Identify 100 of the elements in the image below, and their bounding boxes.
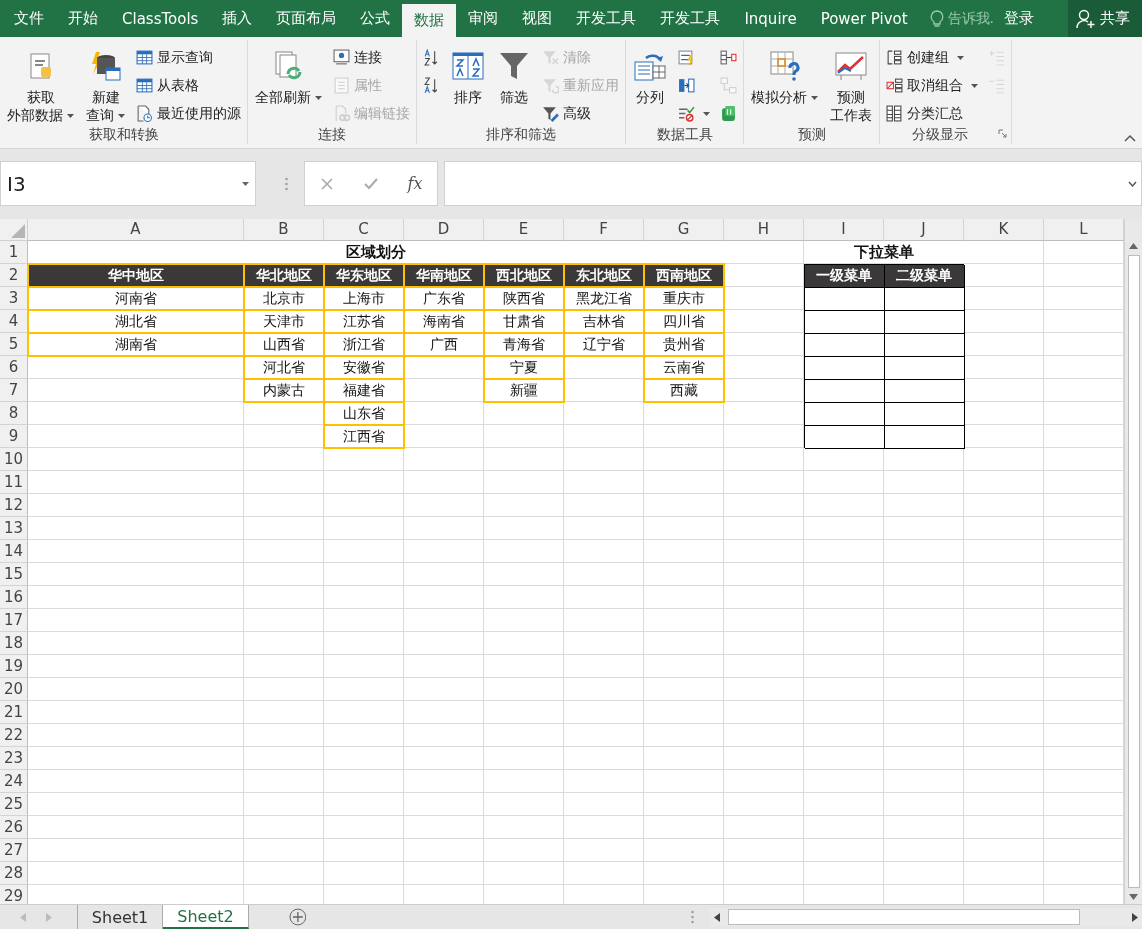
sign-in-link[interactable]: 登录 <box>994 0 1045 37</box>
row-number[interactable]: 10 <box>0 448 28 471</box>
ribbon-button[interactable]: 筛选 <box>494 44 534 108</box>
check-icon[interactable] <box>362 176 379 191</box>
ribbon-button[interactable]: 获取 外部数据 <box>4 44 77 126</box>
ribbon-tab[interactable]: 开发工具 <box>648 0 733 37</box>
column-letter[interactable]: H <box>724 219 804 241</box>
ribbon-tab[interactable]: 开始 <box>56 0 110 37</box>
scroll-down-icon[interactable] <box>1129 894 1138 900</box>
remove-duplicates-icon <box>678 77 695 94</box>
table-cell: 宁夏 <box>484 356 564 379</box>
row-number[interactable]: 4 <box>0 310 28 333</box>
drag-handle-icon[interactable] <box>691 910 695 924</box>
select-all-icon[interactable] <box>11 224 25 238</box>
row-number[interactable]: 28 <box>0 862 28 885</box>
row-number[interactable]: 20 <box>0 678 28 701</box>
ribbon-button[interactable]: 取消组合 <box>884 73 980 98</box>
add-sheet-icon[interactable] <box>288 908 307 926</box>
scroll-right-icon[interactable] <box>1132 912 1138 922</box>
ribbon-tab[interactable]: 文件 <box>2 0 56 37</box>
insert-function-button[interactable]: fx <box>407 174 423 193</box>
scroll-left-icon[interactable] <box>714 912 721 922</box>
expand-icon[interactable] <box>1128 180 1137 187</box>
row-number[interactable]: 27 <box>0 839 28 862</box>
row-number[interactable]: 18 <box>0 632 28 655</box>
share-button[interactable]: 共享 <box>1068 0 1142 37</box>
column-header: 华南地区 <box>404 264 484 287</box>
ribbon-tab[interactable]: Inquire <box>732 0 809 37</box>
person-plus-icon <box>1076 8 1096 29</box>
row-number[interactable]: 13 <box>0 517 28 540</box>
group-label: 获取和转换 <box>87 126 160 144</box>
row-number[interactable]: 6 <box>0 356 28 379</box>
row-number[interactable]: 5 <box>0 333 28 356</box>
column-header: 华东地区 <box>324 264 404 287</box>
row-number[interactable]: 25 <box>0 793 28 816</box>
row-number[interactable]: 23 <box>0 747 28 770</box>
row-number[interactable]: 15 <box>0 563 28 586</box>
ribbon-tab[interactable]: 页面布局 <box>264 0 349 37</box>
row-number[interactable]: 24 <box>0 770 28 793</box>
ribbon-tab[interactable]: 开发工具 <box>564 0 649 37</box>
column-letter[interactable]: K <box>964 219 1044 241</box>
data-model-icon <box>720 105 737 122</box>
row-number[interactable]: 29 <box>0 885 28 906</box>
ribbon-tab[interactable]: 审阅 <box>456 0 511 37</box>
ribbon-tab[interactable]: Power Pivot <box>808 0 920 37</box>
row-number[interactable]: 2 <box>0 264 28 287</box>
ribbon-button[interactable]: 模拟分析 <box>748 44 821 108</box>
list-icon <box>333 77 350 94</box>
ribbon-button[interactable]: 显示查询 <box>134 45 243 70</box>
ribbon-button[interactable]: 高级 <box>540 101 621 126</box>
row-number[interactable]: 26 <box>0 816 28 839</box>
ribbon-button[interactable]: 创建组 <box>884 45 980 70</box>
forecast-chart-icon <box>835 50 867 82</box>
row-number[interactable]: 9 <box>0 425 28 448</box>
sort-descending-icon <box>423 77 440 94</box>
ribbon-tab[interactable]: ClassTools <box>110 0 211 37</box>
row-number[interactable]: 16 <box>0 586 28 609</box>
scroll-thumb[interactable] <box>728 909 1080 925</box>
name-box[interactable]: I3 <box>0 161 256 206</box>
ribbon-button[interactable]: 排序 <box>448 44 488 108</box>
previous-sheet-icon[interactable] <box>20 912 26 922</box>
vertical-scrollbar[interactable] <box>1124 219 1142 904</box>
ribbon-button[interactable]: 新建 查询 <box>83 44 128 126</box>
filter-pencil-icon <box>542 105 559 122</box>
row-number[interactable]: 21 <box>0 701 28 724</box>
ribbon-tab[interactable]: 数据 <box>402 4 457 37</box>
row-number[interactable]: 22 <box>0 724 28 747</box>
ribbon-button[interactable]: 最近使用的源 <box>134 101 243 126</box>
ribbon-tab[interactable]: 公式 <box>348 0 403 37</box>
row-number[interactable]: 14 <box>0 540 28 563</box>
ribbon-button[interactable]: 全部刷新 <box>252 44 325 108</box>
ribbon-tab[interactable]: 插入 <box>210 0 265 37</box>
collapse-ribbon-icon[interactable] <box>1124 134 1136 142</box>
row-number[interactable]: 3 <box>0 287 28 310</box>
scroll-up-icon[interactable] <box>1129 243 1138 249</box>
row-number[interactable]: 11 <box>0 471 28 494</box>
row-number[interactable]: 7 <box>0 379 28 402</box>
sheet-tab[interactable]: Sheet2 <box>163 905 249 929</box>
table-cell: 广东省 <box>404 287 484 310</box>
row-number[interactable]: 17 <box>0 609 28 632</box>
row-number[interactable]: 19 <box>0 655 28 678</box>
dialog-launcher-icon[interactable] <box>998 129 1007 138</box>
ribbon-button[interactable]: 连接 <box>331 45 412 70</box>
row-number[interactable]: 12 <box>0 494 28 517</box>
drag-handle-icon[interactable] <box>285 176 288 191</box>
row-number[interactable]: 1 <box>0 241 28 264</box>
ribbon-tab[interactable]: 视图 <box>510 0 565 37</box>
table-cell: 黑龙江省 <box>564 287 644 310</box>
sort-ascending-icon <box>423 49 440 66</box>
table-cell: 河北省 <box>244 356 324 379</box>
ribbon-button[interactable]: 分列 <box>630 44 670 108</box>
ribbon-button[interactable]: 从表格 <box>134 73 243 98</box>
next-sheet-icon[interactable] <box>45 912 52 922</box>
ribbon-button[interactable]: 预测 工作表 <box>827 44 875 126</box>
ribbon-button[interactable]: 分类汇总 <box>884 101 980 126</box>
formula-input[interactable] <box>444 161 1142 206</box>
cancel-icon[interactable] <box>319 176 334 191</box>
row-number[interactable]: 8 <box>0 402 28 425</box>
table-cell: 河南省 <box>28 287 244 310</box>
scroll-thumb[interactable] <box>1127 255 1140 888</box>
